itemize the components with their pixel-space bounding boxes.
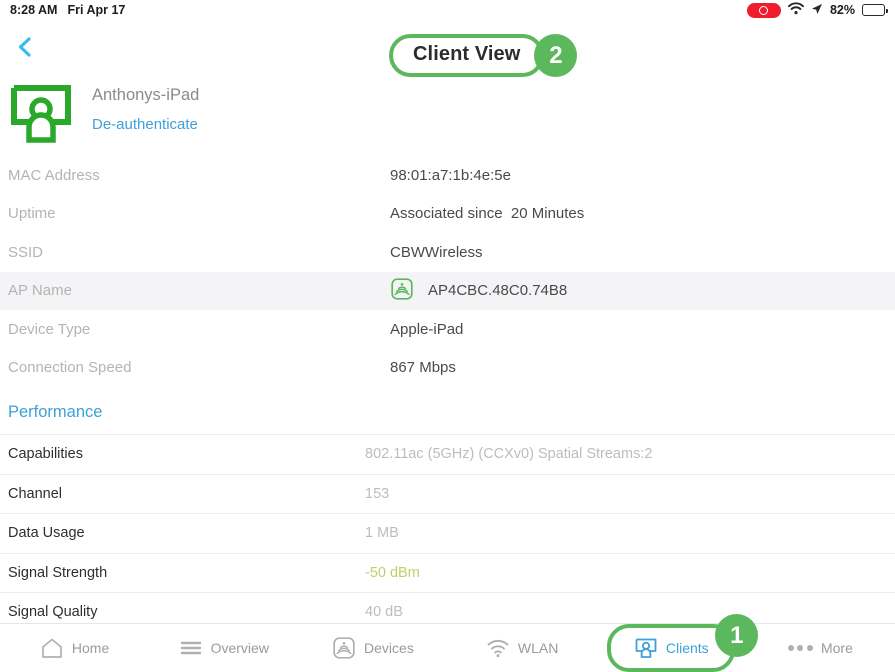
detail-label: SSID bbox=[8, 243, 44, 261]
performance-section-title: Performance bbox=[8, 403, 103, 421]
detail-value-text: CBWWireless bbox=[390, 243, 483, 261]
tab-clients[interactable]: Clients 1 bbox=[597, 614, 759, 672]
battery-percent: 82% bbox=[829, 3, 855, 17]
bottom-tab-bar: Home Overview Devices WLAN Clients 1 More bbox=[0, 614, 895, 672]
page-title: Client View bbox=[413, 43, 521, 65]
tab-label: Devices bbox=[364, 640, 414, 656]
detail-row: SSID CBWWireless bbox=[0, 233, 895, 272]
location-arrow-icon bbox=[811, 3, 823, 18]
detail-value-text: Associated since 20 Minutes bbox=[390, 205, 585, 223]
detail-value: Associated since 20 Minutes bbox=[390, 205, 584, 222]
tab-label: WLAN bbox=[517, 640, 559, 656]
annotation-badge-1: 1 bbox=[715, 614, 759, 657]
menu-lines-icon bbox=[179, 636, 203, 660]
performance-value: -50 dBm bbox=[365, 564, 420, 581]
client-device-avatar-icon bbox=[8, 82, 74, 144]
client-meta: Anthonys-iPad De-authenticate bbox=[92, 82, 199, 133]
status-date: Fri Apr 17 bbox=[67, 3, 126, 17]
record-indicator-icon bbox=[746, 2, 781, 18]
client-details-list: MAC Address 98:01:a7:1b:4e:5e Uptime Associ… bbox=[0, 150, 895, 387]
tab-label: Clients bbox=[665, 640, 709, 656]
performance-value: 40 dB bbox=[365, 604, 403, 621]
tab-devices[interactable]: Devices bbox=[298, 624, 447, 672]
tab-overview[interactable]: Overview bbox=[149, 624, 298, 672]
wifi-icon bbox=[788, 2, 804, 18]
tab-home[interactable]: Home bbox=[0, 624, 149, 672]
detail-value: Apple-iPad bbox=[390, 321, 463, 338]
detail-value-text: 98:01:a7:1b:4e:5e bbox=[390, 166, 511, 184]
navigation-bar: Client View 2 bbox=[0, 20, 895, 77]
detail-label: Connection Speed bbox=[8, 359, 132, 377]
performance-row: Data Usage 1 MB bbox=[0, 513, 895, 553]
performance-row: Channel 153 bbox=[0, 473, 895, 514]
detail-row[interactable]: AP Name AP4CBC.48C0.74B8 bbox=[0, 271, 895, 310]
performance-value: 1 MB bbox=[365, 525, 399, 542]
clients-icon bbox=[634, 636, 658, 660]
detail-value-text: 867 Mbps bbox=[390, 359, 456, 377]
access-point-icon bbox=[390, 277, 418, 305]
wifi-icon bbox=[486, 636, 510, 660]
status-bar: 8:28 AM Fri Apr 17 82% bbox=[0, 0, 895, 20]
performance-label: Data Usage bbox=[8, 525, 85, 542]
tab-more[interactable]: More bbox=[746, 624, 895, 672]
detail-label: MAC Address bbox=[8, 166, 100, 184]
detail-row: Connection Speed 867 Mbps bbox=[0, 349, 895, 388]
performance-label: Signal Strength bbox=[8, 564, 108, 581]
page-title-annotation-group: Client View 2 bbox=[389, 34, 578, 77]
access-point-icon bbox=[332, 636, 356, 660]
status-bar-left: 8:28 AM Fri Apr 17 bbox=[10, 3, 125, 17]
performance-label: Capabilities bbox=[8, 446, 83, 463]
detail-label: AP Name bbox=[8, 282, 72, 300]
tab-label: Home bbox=[71, 640, 110, 656]
performance-row: Capabilities 802.11ac (5GHz) (CCXv0) Spat… bbox=[0, 434, 895, 474]
status-bar-right: 82% bbox=[746, 2, 888, 18]
annotation-badge-2: 2 bbox=[534, 34, 578, 77]
tab-wlan[interactable]: WLAN bbox=[448, 624, 597, 672]
detail-row: MAC Address 98:01:a7:1b:4e:5e bbox=[0, 156, 895, 195]
detail-value: CBWWireless bbox=[390, 244, 483, 261]
tab-label: Overview bbox=[210, 640, 269, 656]
detail-row: Uptime Associated since 20 Minutes bbox=[0, 195, 895, 234]
ellipsis-icon bbox=[787, 636, 813, 660]
tab-label: More bbox=[820, 640, 853, 656]
detail-value-text: AP4CBC.48C0.74B8 bbox=[428, 282, 568, 300]
client-header: Anthonys-iPad De-authenticate bbox=[0, 74, 895, 150]
performance-label: Signal Quality bbox=[8, 604, 98, 621]
performance-value: 802.11ac (5GHz) (CCXv0) Spatial Streams:… bbox=[365, 446, 653, 463]
performance-row: Signal Strength -50 dBm bbox=[0, 552, 895, 593]
back-chevron-icon[interactable] bbox=[14, 36, 36, 58]
detail-value: AP4CBC.48C0.74B8 bbox=[390, 277, 567, 305]
detail-label: Uptime bbox=[8, 205, 56, 223]
detail-value: 98:01:a7:1b:4e:5e bbox=[390, 167, 511, 184]
status-time: 8:28 AM bbox=[10, 3, 58, 17]
client-name: Anthonys-iPad bbox=[92, 86, 200, 104]
detail-row: Device Type Apple-iPad bbox=[0, 310, 895, 349]
battery-icon bbox=[862, 4, 888, 16]
detail-label: Device Type bbox=[8, 320, 91, 338]
home-icon bbox=[40, 636, 64, 660]
detail-value: 867 Mbps bbox=[390, 359, 456, 376]
performance-label: Channel bbox=[8, 485, 63, 502]
detail-value-text: Apple-iPad bbox=[390, 320, 464, 338]
title-highlight-ring: Client View bbox=[389, 34, 545, 77]
performance-value: 153 bbox=[365, 485, 390, 502]
performance-list: Capabilities 802.11ac (5GHz) (CCXv0) Spat… bbox=[0, 434, 895, 633]
de-authenticate-link[interactable]: De-authenticate bbox=[92, 116, 199, 133]
